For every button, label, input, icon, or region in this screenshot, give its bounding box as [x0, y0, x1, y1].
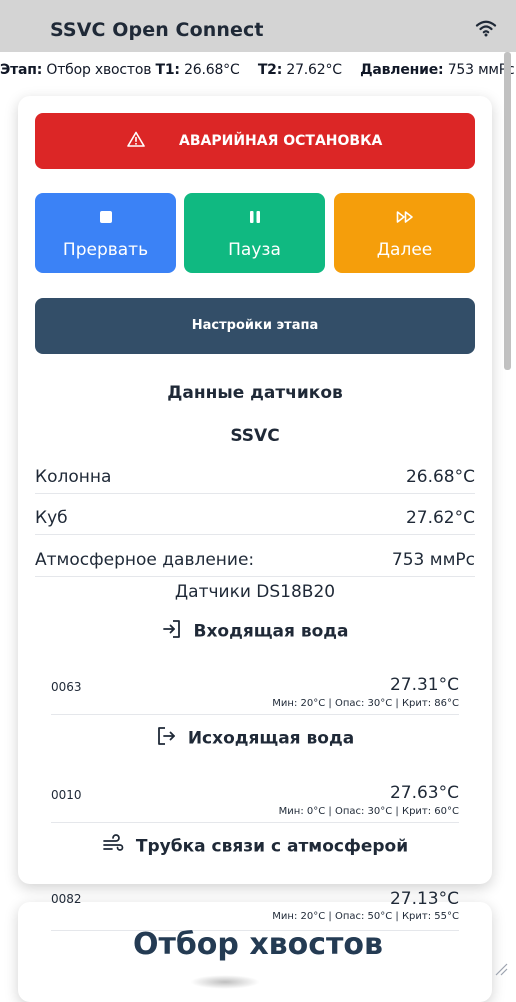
stage-settings-label: Настройки этапа: [191, 318, 319, 333]
status-line: Этап: Отбор хвостов T1: 26.68°C T2: 27.6…: [0, 62, 516, 78]
scrollbar[interactable]: [504, 52, 511, 370]
t1-label: T1:: [155, 62, 180, 78]
control-card: АВАРИЙНАЯ ОСТАНОВКА Прервать Пауза Далее…: [18, 96, 492, 884]
t2-value: 27.62°C: [286, 62, 342, 78]
sensor-id: 0082: [51, 892, 82, 906]
sensor-limits: Мин: 0°C | Опас: 30°C | Крит: 60°C: [278, 806, 459, 817]
emergency-stop-button[interactable]: АВАРИЙНАЯ ОСТАНОВКА: [35, 113, 475, 169]
next-label: Далее: [376, 240, 433, 260]
pause-button[interactable]: Пауза: [184, 193, 325, 273]
sensor-group-title: Трубка связи с атмосферой: [135, 836, 409, 857]
stage-value: Отбор хвостов: [46, 62, 152, 78]
sensor-group-title: Исходящая вода: [187, 728, 355, 749]
sensor-item: 0010 27.63°C Мин: 0°C | Опас: 30°C | Кри…: [51, 778, 459, 823]
sensor-row-label: Куб: [35, 508, 68, 528]
sensor-row-value: 26.68°C: [405, 467, 475, 487]
warning-icon: [127, 131, 145, 151]
sensor-group-header: Исходящая вода: [18, 726, 492, 754]
next-button[interactable]: Далее: [334, 193, 475, 273]
pause-label: Пауза: [228, 240, 281, 260]
abort-label: Прервать: [62, 240, 149, 260]
pause-icon: [184, 209, 325, 229]
top-bar: SSVC Open Connect: [0, 0, 516, 52]
stage-settings-button[interactable]: Настройки этапа: [35, 298, 475, 354]
ssvc-group-title: SSVC: [230, 426, 280, 446]
wifi-icon: [475, 19, 497, 42]
sensor-row: Куб 27.62°C: [35, 504, 475, 535]
sensor-limits: Мин: 20°C | Опас: 50°C | Крит: 55°C: [272, 911, 459, 922]
sign-in-icon: [162, 619, 182, 644]
emergency-stop-label: АВАРИЙНАЯ ОСТАНОВКА: [179, 133, 383, 149]
sensor-group-header: Трубка связи с атмосферой: [18, 834, 492, 862]
sensor-data-heading: Данные датчиков: [167, 383, 343, 403]
sensor-temp: 27.13°C: [389, 889, 459, 909]
sensor-temp: 27.31°C: [389, 675, 459, 695]
sensor-item: 0063 27.31°C Мин: 20°C | Опас: 30°C | Кр…: [51, 670, 459, 715]
sensor-row: Атмосферное давление: 753 ммРс: [35, 546, 475, 577]
ds18b20-title: Датчики DS18B20: [174, 582, 336, 602]
abort-button[interactable]: Прервать: [35, 193, 176, 273]
stage-label: Этап:: [0, 62, 43, 78]
sensor-row-label: Колонна: [35, 467, 112, 487]
sensor-id: 0010: [51, 788, 82, 802]
sensor-row: Колонна 26.68°C: [35, 463, 475, 494]
pressure-label: Давление:: [360, 62, 444, 78]
shadow-decoration: [190, 975, 260, 989]
sensor-row-value: 27.62°C: [405, 508, 475, 528]
sensor-row-label: Атмосферное давление:: [35, 550, 255, 570]
sensor-item: 0082 27.13°C Мин: 20°C | Опас: 50°C | Кр…: [51, 884, 459, 931]
t1-value: 26.68°C: [184, 62, 240, 78]
sensor-group-header: Входящая вода: [18, 619, 492, 647]
wind-icon: [102, 834, 124, 859]
stage-title: Отбор хвостов: [132, 927, 384, 962]
t2-label: T2:: [257, 62, 283, 78]
sensor-group-title: Входящая вода: [193, 621, 349, 642]
fast-forward-icon: [334, 209, 475, 229]
sign-out-icon: [156, 726, 176, 751]
sensor-id: 0063: [51, 680, 82, 694]
sensor-temp: 27.63°C: [389, 783, 459, 803]
sensor-row-value: 753 ммРс: [391, 550, 475, 570]
stop-icon: [35, 209, 176, 229]
resize-handle-icon[interactable]: [494, 962, 508, 976]
sensor-limits: Мин: 20°C | Опас: 30°C | Крит: 86°C: [272, 698, 459, 709]
app-title: SSVC Open Connect: [50, 19, 264, 41]
